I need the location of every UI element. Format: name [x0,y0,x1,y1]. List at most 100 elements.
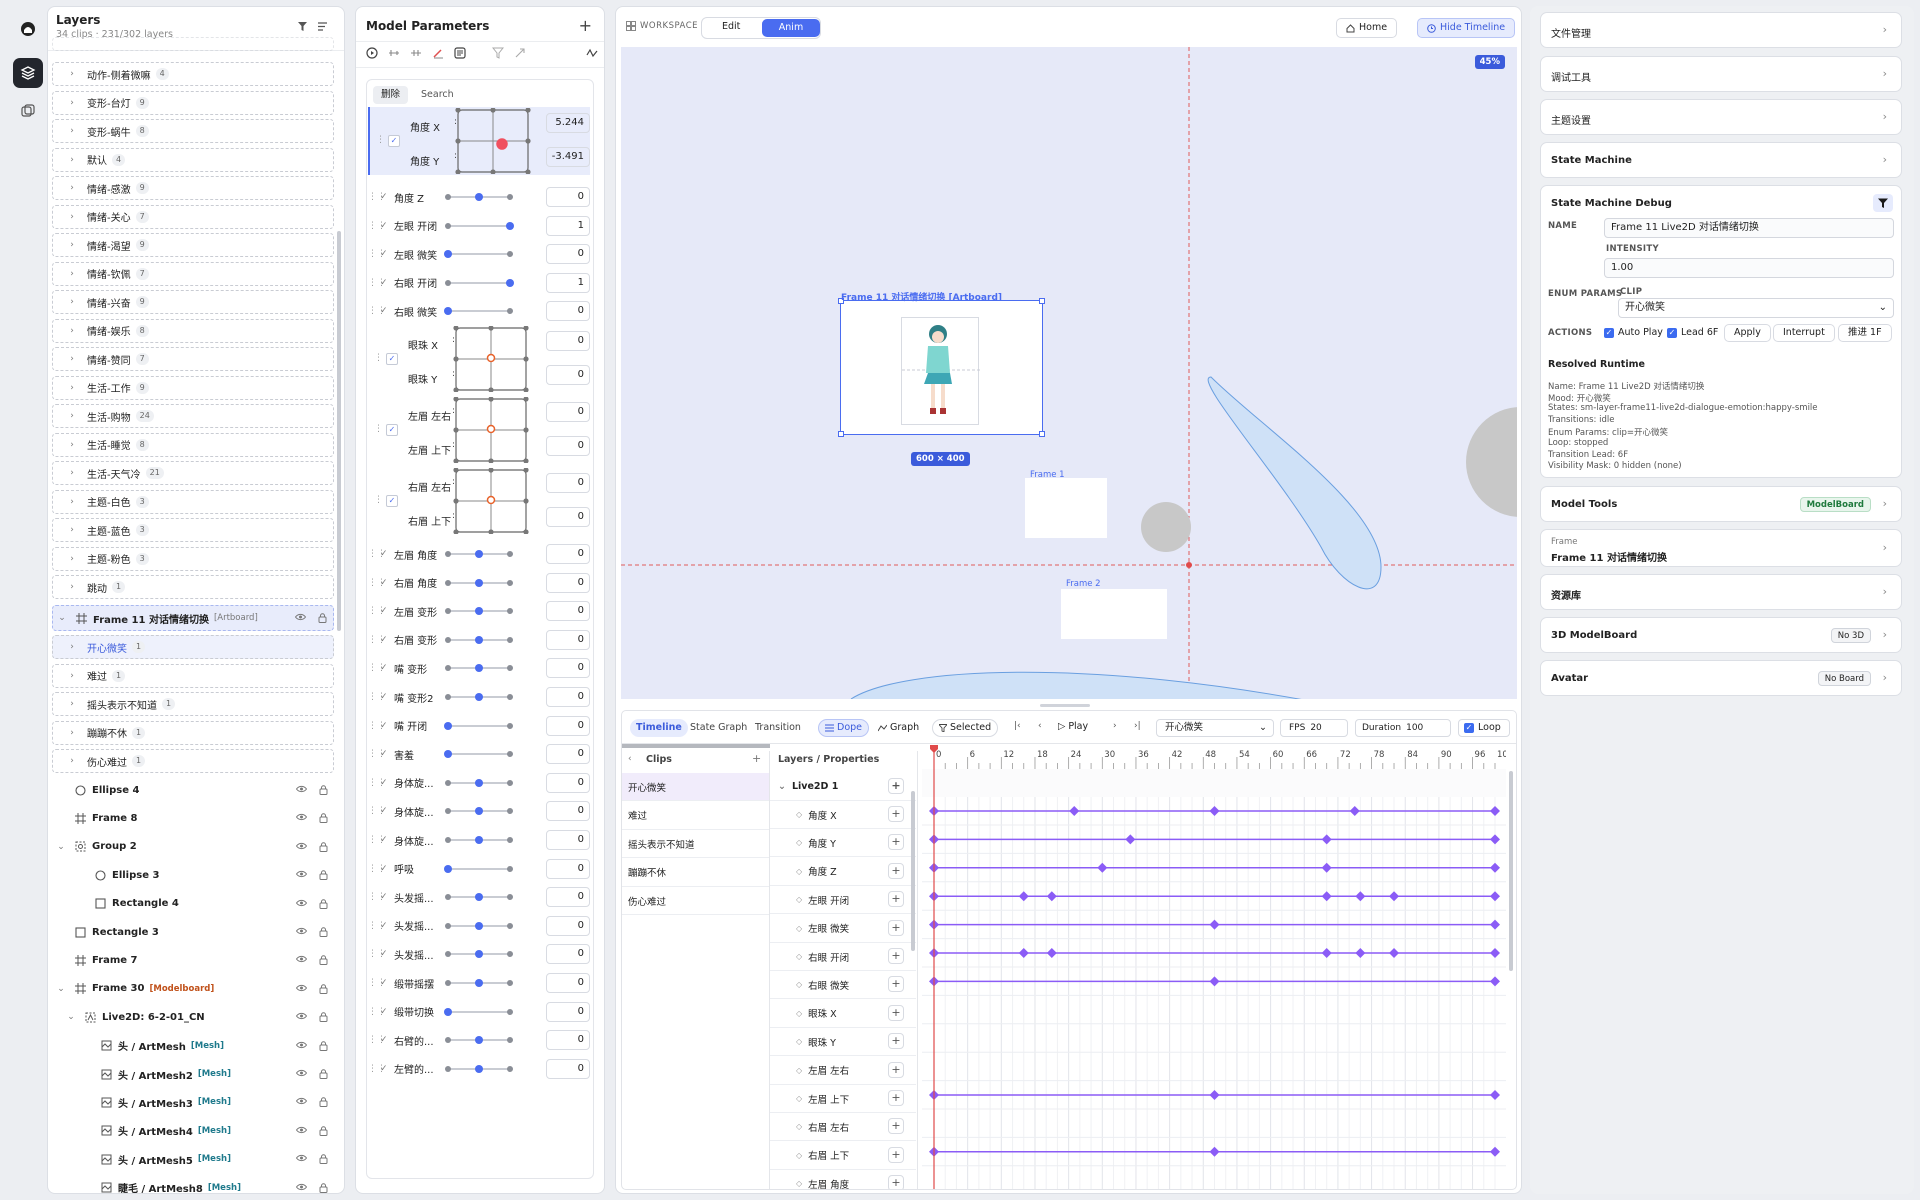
add-clip-icon[interactable]: + [752,752,761,765]
drag-handle-icon[interactable]: ⋮⋮ [368,806,386,816]
param-slider[interactable] [445,834,513,846]
link-toggle-icon[interactable]: ✓ [386,495,398,507]
slider-knob[interactable] [506,278,514,287]
layer-row[interactable]: ›Frame 7 [52,948,334,972]
drag-handle-icon[interactable]: ⋮⋮ [368,635,386,645]
clip-group-row[interactable]: › 情绪-关心 7 [52,204,334,229]
param-value[interactable]: 0 [546,944,590,965]
link-icon[interactable] [514,47,526,59]
avatar-section[interactable]: Avatar No Board › [1540,660,1902,696]
timeline-property-row[interactable]: ◇ 眼珠 X + [770,1000,916,1028]
keyframe-diamond[interactable] [1209,1146,1220,1157]
param-slider[interactable] [445,662,513,674]
timeline-property-row[interactable]: ◇ 角度 Y + [770,829,916,858]
layer-row[interactable]: ›头 / ArtMesh2[Mesh] [52,1062,334,1086]
add-keyframe-icon[interactable]: + [888,862,904,879]
lead-checkbox[interactable]: ✓ [1667,327,1677,338]
chevron-right-icon[interactable]: › [65,297,79,307]
layer-row[interactable]: ⌄ Live2D: 6-2-01_CN [52,1005,334,1029]
hide-timeline-button[interactable]: Hide Timeline [1417,18,1516,38]
drag-handle-icon[interactable]: ⋮⋮ [368,549,386,559]
lock-icon[interactable] [319,1154,328,1165]
eye-icon[interactable] [296,842,307,852]
align-center-icon[interactable] [410,47,422,59]
timeline-resize-handle[interactable] [1040,704,1090,707]
duration-field[interactable]: Duration 100 [1355,719,1451,737]
param-slider[interactable] [445,220,514,232]
layer-row[interactable]: ›头 / ArtMesh3[Mesh] [52,1090,334,1114]
chevron-right-icon[interactable]: › [65,728,79,738]
eye-icon[interactable] [296,870,307,880]
keyframe-diamond-icon[interactable]: ◇ [796,1094,802,1103]
param-value[interactable]: 0 [546,887,590,908]
keyframe-diamond-icon[interactable]: ◇ [796,1122,802,1131]
keyframe-diamond[interactable] [1209,976,1220,987]
param-slider[interactable] [445,191,513,203]
param-value[interactable]: 0 [546,687,590,707]
keyframe-toggle-icon[interactable]: ✓ [380,278,390,288]
theme-settings-section[interactable]: 主题设置 › [1540,99,1902,135]
drag-handle-icon[interactable]: ⋮⋮ [368,949,386,959]
lock-icon[interactable] [319,785,328,795]
last-frame-icon[interactable]: ›| [1134,721,1141,731]
link-toggle-icon[interactable]: ✓ [386,424,398,436]
param-value[interactable]: 1 [546,272,590,293]
tab-transition[interactable]: Transition [749,719,807,737]
param-x-value[interactable]: 0 [546,473,590,493]
timeline-clip-item[interactable]: 难过 [622,802,769,830]
drag-handle-icon[interactable]: ⋮⋮ [368,278,386,288]
chevron-right-icon[interactable]: › [65,126,79,136]
interrupt-button[interactable]: Interrupt [1773,324,1835,342]
keyframe-diamond[interactable] [1490,834,1500,845]
clip-group-row[interactable]: › 情绪-感激 9 [52,176,334,200]
add-keyframe-icon[interactable]: + [888,1118,904,1135]
chevron-right-icon[interactable]: › [65,468,79,478]
slider-knob[interactable] [475,635,483,644]
chevron-right-icon[interactable]: › [65,240,79,250]
mode-edit-button[interactable]: Edit [722,21,740,32]
keyframe-toggle-icon[interactable]: ✓ [380,1007,390,1017]
timeline-property-row[interactable]: ◇ 右眉 左右 + [770,1113,916,1142]
intensity-field[interactable]: 1.00 [1604,258,1894,278]
timeline-property-row[interactable]: ◇ 左眼 微笑 + [770,915,916,943]
param-slider[interactable] [445,777,513,789]
first-frame-icon[interactable]: |‹ [1014,721,1021,731]
slider-knob[interactable] [475,921,483,930]
timeline-property-row[interactable]: ◇ 右眉 上下 + [770,1142,916,1170]
slider-knob[interactable] [475,607,483,616]
param-value[interactable]: 0 [546,715,590,736]
layer-row[interactable]: ›Rectangle 3 [52,920,334,944]
keyframe-toggle-icon[interactable]: ✓ [380,692,390,702]
keyframe-diamond-icon[interactable]: ◇ [796,1009,802,1018]
keyframe-diamond-icon[interactable]: ◇ [796,895,802,904]
eye-icon[interactable] [296,785,307,795]
slider-knob[interactable] [506,221,514,230]
keyframe-diamond[interactable] [1490,862,1500,873]
timeline-property-row[interactable]: ◇ 左眉 左右 + [770,1057,916,1085]
add-keyframe-icon[interactable]: + [888,919,904,936]
keyframe-diamond[interactable] [1321,948,1332,958]
clip-group-row[interactable]: › 情绪-兴奋 9 [52,290,334,314]
timeline-clip-item[interactable]: 伤心难过 [622,887,769,915]
param-slider[interactable] [445,891,513,903]
timeline-property-row[interactable]: ◇ 右眼 开闭 + [770,943,916,971]
keyframe-diamond-icon[interactable]: ◇ [796,1066,802,1075]
eye-icon[interactable] [296,984,307,994]
layer-row[interactable]: ⌄ Frame 30 [Modelboard] [52,977,334,1001]
keyframe-diamond[interactable] [1355,891,1366,902]
selected-filter-button[interactable]: Selected [932,719,999,737]
fps-field[interactable]: FPS 20 [1280,719,1348,737]
keyframe-diamond-icon[interactable]: ◇ [796,1179,802,1188]
dope-button[interactable]: Dope [818,719,870,737]
keyframe-diamond[interactable] [1321,862,1332,873]
chevron-down-icon[interactable]: ⌄ [54,984,68,994]
param-slider[interactable] [444,748,513,760]
slider-knob[interactable] [475,664,483,673]
drag-handle-icon[interactable]: ⋮⋮ [368,721,386,731]
lock-icon[interactable] [319,1182,328,1193]
mode-anim-button[interactable]: Anim [762,19,820,37]
param-x-value[interactable]: 5.244 [546,113,590,133]
timeline-property-row[interactable]: ◇ 右眼 微笑 + [770,971,916,1000]
param-slider[interactable] [444,863,513,875]
modelboard-3d-section[interactable]: 3D ModelBoard No 3D › [1540,617,1902,653]
